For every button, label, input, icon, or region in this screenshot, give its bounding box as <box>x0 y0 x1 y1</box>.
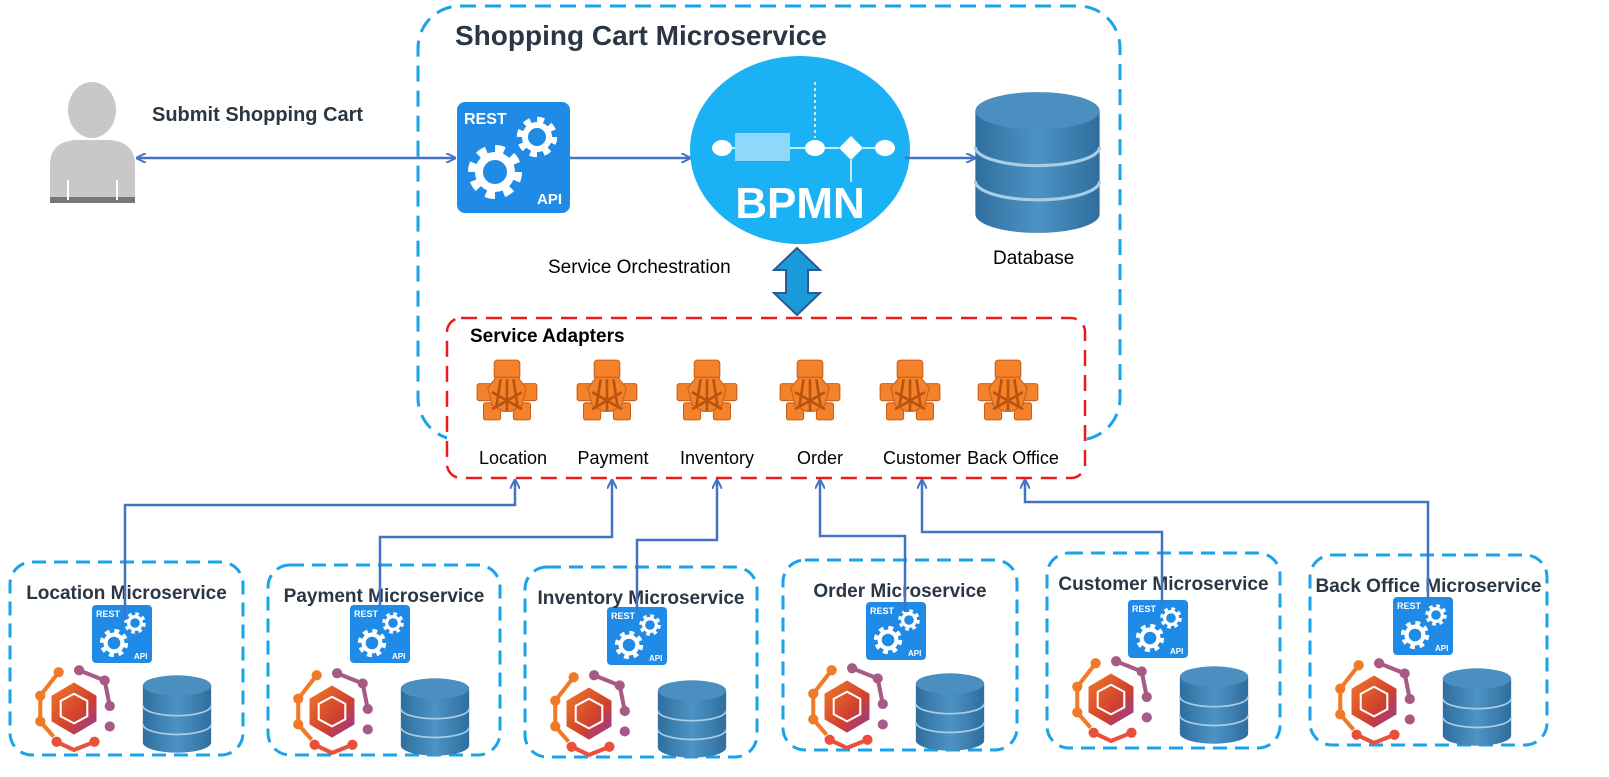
rest-api-icon: REST API <box>92 605 152 663</box>
api-text: API <box>649 654 662 663</box>
rest-text: REST <box>354 609 379 619</box>
database-icon <box>399 677 471 757</box>
microservice-title: Inventory Microservice <box>538 588 745 609</box>
database-label: Database <box>993 248 1074 269</box>
orchestration-label: Service Orchestration <box>548 257 731 278</box>
service-adapters-title: Service Adapters <box>470 326 625 347</box>
user-icon <box>50 82 135 203</box>
api-text: API <box>1435 644 1448 653</box>
database-icon <box>973 90 1102 235</box>
rest-text: REST <box>96 609 121 619</box>
api-text: API <box>537 191 562 208</box>
adapter-label-customer: Customer <box>883 448 961 468</box>
rest-api-icon: REST API <box>607 607 667 665</box>
adapter-label-order: Order <box>797 448 843 468</box>
database-icon <box>914 672 986 752</box>
api-text: API <box>134 652 147 661</box>
container-title: Shopping Cart Microservice <box>455 20 827 51</box>
adapter-label-payment: Payment <box>577 448 648 468</box>
microservice-inventory-microservice: REST API Inventory Microservice <box>523 565 759 759</box>
microservice-order-microservice: REST API Order Microservice <box>781 558 1019 752</box>
orchestration-arrow <box>771 246 823 317</box>
submit-cart-label: Submit Shopping Cart <box>152 104 363 126</box>
api-text: API <box>1170 647 1183 656</box>
database-icon <box>1178 665 1250 745</box>
database-icon <box>1441 667 1513 747</box>
rest-api-icon: REST API <box>1393 597 1453 655</box>
rest-text: REST <box>1397 601 1422 611</box>
rest-api-icon: REST API <box>457 102 570 213</box>
rest-text: REST <box>1132 604 1157 614</box>
rest-text: REST <box>464 111 507 128</box>
bpmn-label: BPMN <box>735 179 865 228</box>
rest-api-icon: REST API <box>1128 600 1188 658</box>
bpmn-icon: BPMN <box>690 56 910 244</box>
rest-text: REST <box>870 606 895 616</box>
api-text: API <box>908 649 921 658</box>
api-text: API <box>392 652 405 661</box>
database-icon <box>656 679 728 759</box>
adapter-label-back-office: Back Office <box>967 448 1059 468</box>
microservice-title: Order Microservice <box>813 581 986 602</box>
adapter-label-inventory: Inventory <box>680 448 754 468</box>
database-icon <box>141 674 213 754</box>
microservice-location-microservice: REST API Location Microservice <box>8 560 245 757</box>
microservice-title: Payment Microservice <box>284 586 485 607</box>
microservice-title: Location Microservice <box>26 583 227 604</box>
adapter-label-location: Location <box>479 448 547 468</box>
architecture-diagram: Shopping Cart Microservice Submit Shoppi… <box>8 4 1549 759</box>
rest-api-icon: REST API <box>350 605 410 663</box>
rest-api-icon: REST API <box>866 602 926 660</box>
rest-text: REST <box>611 611 636 621</box>
microservice-payment-microservice: REST API Payment Microservice <box>266 563 502 757</box>
microservice-title: Customer Microservice <box>1058 574 1268 595</box>
microservice-customer-microservice: REST API Customer Microservice <box>1045 551 1282 750</box>
